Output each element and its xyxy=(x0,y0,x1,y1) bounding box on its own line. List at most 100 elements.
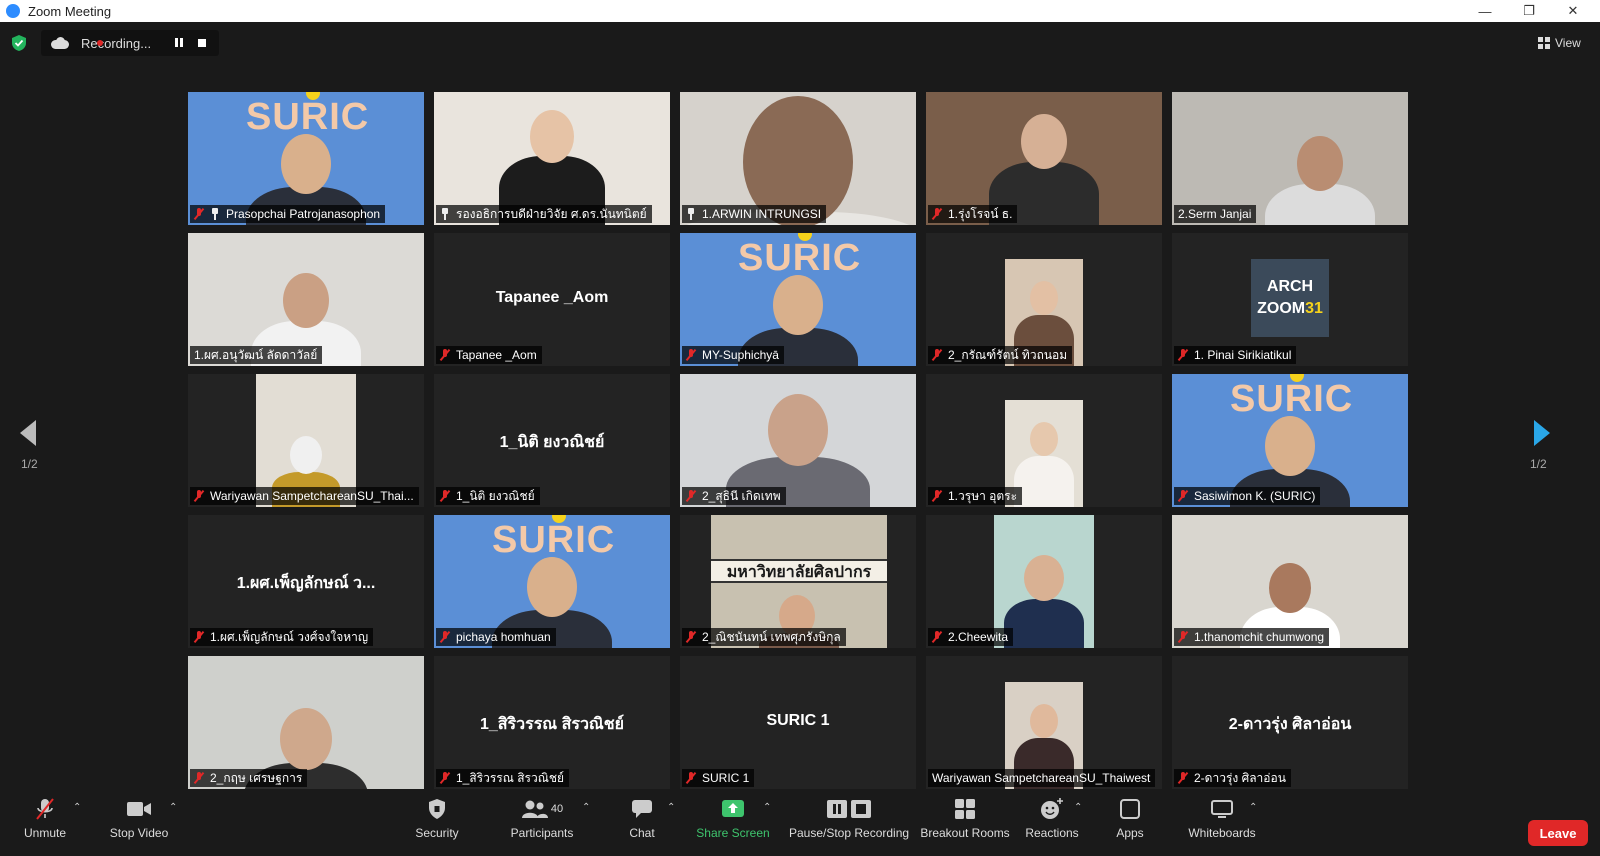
minimize-button[interactable]: — xyxy=(1463,0,1507,22)
video-options-caret-icon[interactable]: ⌃ xyxy=(169,802,177,813)
participant-tile[interactable]: ARCH ZOOM31 1. Pinai Sirikiatikul xyxy=(1172,233,1408,366)
participant-name: 2_สุธินี เกิดเทพ xyxy=(702,488,781,503)
participant-tile[interactable]: Wariyawan SampetchareanSU_Thaiwest xyxy=(926,656,1162,789)
reactions-button[interactable]: Reactions xyxy=(1022,790,1082,846)
unmute-button[interactable]: Unmute xyxy=(18,790,72,846)
participant-face xyxy=(290,436,322,474)
participant-tile[interactable]: รองอธิการบดีฝ่ายวิจัย ศ.ดร.นันทนิตย์ xyxy=(434,92,670,225)
participant-tile[interactable]: 1.ผศ.อนุวัฒน์ ลัดดาวัลย์ xyxy=(188,233,424,366)
apps-button[interactable]: Apps xyxy=(1108,790,1152,846)
pause-recording-button[interactable] xyxy=(174,37,186,49)
participant-name-label: Tapanee _Aom xyxy=(436,346,542,364)
security-label: Security xyxy=(415,826,459,840)
participant-tile[interactable]: SURIC Prasopchai Patrojanasophon xyxy=(188,92,424,225)
chat-options-caret-icon[interactable]: ⌃ xyxy=(667,802,675,813)
muted-microphone-icon xyxy=(34,796,56,822)
participant-name: pichaya homhuan xyxy=(456,630,551,644)
participant-tile[interactable]: 2_กฤษ เศรษฐการ xyxy=(188,656,424,789)
chat-button[interactable]: Chat xyxy=(622,790,662,846)
reactions-options-caret-icon[interactable]: ⌃ xyxy=(1074,802,1082,813)
stop-video-label: Stop Video xyxy=(109,826,169,840)
participant-tile[interactable]: มหาวิทยาลัยศิลปากร 2_ณิชนันทน์ เทพศุภรังษ… xyxy=(680,515,916,648)
meeting-toolbar: Unmute ⌃ Stop Video ⌃ Security 40 Partic… xyxy=(0,790,1600,856)
participant-tile[interactable]: 2.Cheewita xyxy=(926,515,1162,648)
stop-video-button[interactable]: Stop Video xyxy=(104,790,174,846)
stop-recording-button[interactable] xyxy=(198,39,206,47)
participant-tile[interactable]: Tapanee _Aom Tapanee _Aom xyxy=(434,233,670,366)
participant-name: 2.Serm Janjai xyxy=(1178,207,1252,221)
participant-tile[interactable]: 1.ผศ.เพ็ญลักษณ์ ว... 1.ผศ.เพ็ญลักษณ์ วงศ์… xyxy=(188,515,424,648)
participant-name-label: 1_นิติ ยงวณิชย์ xyxy=(436,487,540,505)
muted-microphone-icon xyxy=(440,772,450,784)
participant-name: 2.Cheewita xyxy=(948,630,1009,644)
participant-tile[interactable]: SURIC 1 SURIC 1 xyxy=(680,656,916,789)
participant-tile[interactable]: SURIC Sasiwimon K. (SURIC) xyxy=(1172,374,1408,507)
participant-face xyxy=(280,708,332,771)
chat-bubble-icon xyxy=(631,796,653,822)
participant-tile[interactable]: 1.thanomchit chumwong xyxy=(1172,515,1408,648)
breakout-rooms-icon xyxy=(954,796,976,822)
participant-tile[interactable]: 2_กรัณฑ์รัตน์ ทิวถนอม xyxy=(926,233,1162,366)
muted-microphone-icon xyxy=(194,772,204,784)
muted-microphone-icon xyxy=(194,631,204,643)
whiteboards-button[interactable]: Whiteboards xyxy=(1182,790,1262,846)
next-page-arrow-icon[interactable] xyxy=(1530,418,1552,448)
breakout-rooms-label: Breakout Rooms xyxy=(920,826,1010,840)
participant-display-name: Tapanee _Aom xyxy=(495,289,609,306)
participants-options-caret-icon[interactable]: ⌃ xyxy=(582,802,590,813)
participant-name: 1_สิริวรรณ สิรวณิชย์ xyxy=(456,770,565,785)
participant-name-label: 1.thanomchit chumwong xyxy=(1174,628,1330,646)
participant-name-label: รองอธิการบดีฝ่ายวิจัย ศ.ดร.นันทนิตย์ xyxy=(436,205,652,223)
whiteboards-options-caret-icon[interactable]: ⌃ xyxy=(1249,802,1257,813)
participant-face xyxy=(1030,704,1058,738)
muted-microphone-icon xyxy=(932,349,942,361)
participant-name-label: 2-ดาวรุ่ง ศิลาอ่อน xyxy=(1174,769,1291,787)
apps-label: Apps xyxy=(1116,826,1144,840)
participant-face xyxy=(1030,281,1058,315)
participant-name: 1_นิติ ยงวณิชย์ xyxy=(456,488,535,503)
participant-name: MY-Suphichyā xyxy=(702,348,779,362)
participant-tile[interactable]: SURIC pichaya homhuan xyxy=(434,515,670,648)
muted-microphone-icon xyxy=(1178,631,1188,643)
leave-meeting-button[interactable]: Leave xyxy=(1528,820,1588,846)
view-button[interactable]: View xyxy=(1538,32,1581,54)
encryption-shield-icon[interactable] xyxy=(11,34,27,52)
previous-page-arrow-icon[interactable] xyxy=(18,418,40,448)
security-shield-icon xyxy=(427,796,447,822)
participant-tile[interactable]: SURIC MY-Suphichyā xyxy=(680,233,916,366)
participant-tile[interactable]: Wariyawan SampetchareanSU_Thai... xyxy=(188,374,424,507)
pause-stop-recording-button[interactable]: Pause/Stop Recording xyxy=(789,790,909,846)
participant-name-label: 1.วรุษา อุตระ xyxy=(928,487,1023,505)
suric-background-text: SURIC xyxy=(1230,378,1354,420)
cloud-recording-icon xyxy=(51,37,69,49)
participant-tile[interactable]: 2.Serm Janjai xyxy=(1172,92,1408,225)
recording-status: Recording... xyxy=(81,35,152,51)
pin-icon xyxy=(210,208,220,220)
participant-name: 1.รุ่งโรจน์ ธ. xyxy=(948,206,1013,221)
share-options-caret-icon[interactable]: ⌃ xyxy=(763,802,771,813)
participant-tile[interactable]: 2-ดาวรุ่ง ศิลาอ่อน 2-ดาวรุ่ง ศิลาอ่อน xyxy=(1172,656,1408,789)
audio-options-caret-icon[interactable]: ⌃ xyxy=(73,802,81,813)
participant-silhouette xyxy=(1014,456,1074,507)
maximize-button[interactable]: ❐ xyxy=(1507,0,1551,22)
participant-tile[interactable]: 1.ARWIN INTRUNGSI xyxy=(680,92,916,225)
pin-icon xyxy=(686,208,696,220)
participant-silhouette xyxy=(1004,599,1084,648)
participants-button[interactable]: 40 Participants xyxy=(499,790,585,846)
close-button[interactable]: ✕ xyxy=(1551,0,1595,22)
muted-microphone-icon xyxy=(686,490,696,502)
page-indicator-left: 1/2 xyxy=(21,457,38,471)
participant-tile[interactable]: 1.รุ่งโรจน์ ธ. xyxy=(926,92,1162,225)
pause-stop-recording-label: Pause/Stop Recording xyxy=(788,826,910,840)
participant-tile[interactable]: 2_สุธินี เกิดเทพ xyxy=(680,374,916,507)
security-button[interactable]: Security xyxy=(407,790,467,846)
share-screen-button[interactable]: Share Screen xyxy=(695,790,771,846)
participant-name-label: Prasopchai Patrojanasophon xyxy=(190,205,386,223)
share-screen-label: Share Screen xyxy=(696,826,770,840)
participant-tile[interactable]: 1_สิริวรรณ สิรวณิชย์ 1_สิริวรรณ สิรวณิชย์ xyxy=(434,656,670,789)
breakout-rooms-button[interactable]: Breakout Rooms xyxy=(917,790,1013,846)
whiteboard-icon xyxy=(1210,796,1234,822)
participant-face xyxy=(530,110,574,163)
participant-tile[interactable]: 1_นิติ ยงวณิชย์ 1_นิติ ยงวณิชย์ xyxy=(434,374,670,507)
participant-tile[interactable]: 1.วรุษา อุตระ xyxy=(926,374,1162,507)
